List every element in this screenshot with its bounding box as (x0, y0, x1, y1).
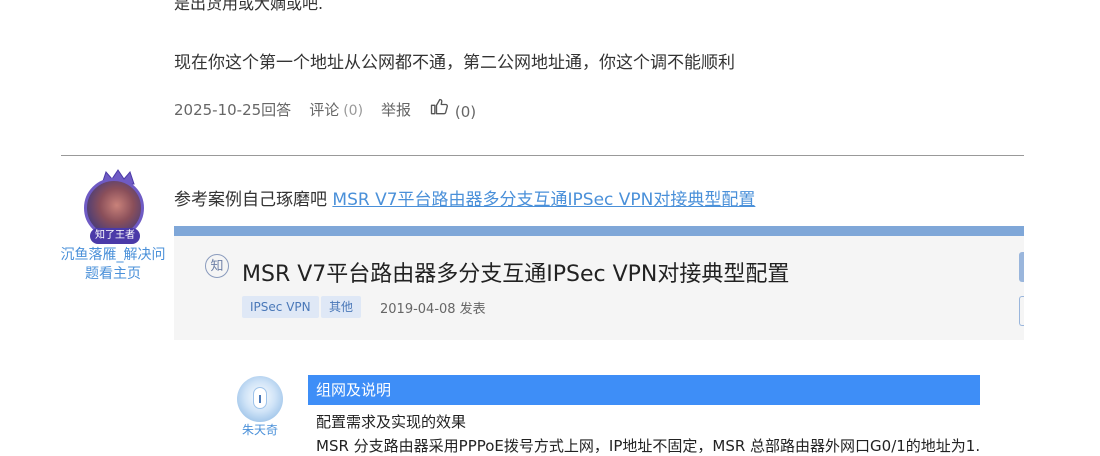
doc-author-name: 朱天奇 (241, 423, 278, 437)
zhi-icon: 知 (205, 254, 229, 278)
like-count: (0) (454, 103, 477, 121)
previous-answer-text-cut: 是出货用或大嫡或吧. (174, 0, 324, 13)
doc-author-avatar (237, 376, 283, 422)
reference-prefix: 参考案例自己琢磨吧 (174, 190, 333, 210)
author-name-link[interactable]: 沉鱼落雁_解决问题看主页 (60, 246, 166, 284)
figure-icon (253, 387, 267, 409)
report-button[interactable]: 举报 (381, 99, 411, 120)
tag-other[interactable]: 其他 (321, 296, 362, 318)
card-date: 2019-04-08 发表 (380, 302, 486, 317)
thumbs-up-icon (430, 98, 449, 115)
comment-label: 评论 (309, 100, 340, 119)
answer-date: 2025-10-25回答 (174, 100, 292, 119)
card-top-bar (174, 226, 1024, 236)
comment-button[interactable]: 评论 (0) (309, 99, 363, 120)
case-preview-card[interactable]: 知 MSR V7平台路由器多分支互通IPSec VPN对接典型配置 IPSec … (174, 226, 1024, 340)
card-side-button-filled[interactable] (1019, 252, 1024, 282)
comment-count: (0) (343, 102, 364, 119)
like-button[interactable]: (0) (429, 97, 476, 121)
answer-divider (61, 155, 1024, 156)
reference-line: 参考案例自己琢磨吧 MSR V7平台路由器多分支互通IPSec VPN对接典型配… (174, 185, 755, 210)
reference-link[interactable]: MSR V7平台路由器多分支互通IPSec VPN对接典型配置 (332, 190, 755, 210)
author-avatar[interactable]: 知了王者 (80, 168, 150, 248)
rank-badge: 知了王者 (90, 228, 140, 244)
previous-answer-text: 现在你这个第一个地址从公网都不通，第二公网地址通，你这个调不能顺利 (174, 53, 735, 73)
requirements-text: MSR 分支路由器采用PPPoE拨号方式上网，IP地址不固定，MSR 总部路由器… (316, 437, 981, 455)
section-header: 组网及说明 (308, 375, 980, 405)
answer-meta-bar: 2025-10-25回答 评论 (0) 举报 (0) (174, 97, 476, 121)
card-side-button-outline[interactable] (1019, 296, 1024, 326)
card-title[interactable]: MSR V7平台路由器多分支互通IPSec VPN对接典型配置 (242, 256, 789, 288)
tag-ipsec-vpn[interactable]: IPSec VPN (242, 296, 319, 318)
requirements-title: 配置需求及实现的效果 (316, 413, 467, 431)
